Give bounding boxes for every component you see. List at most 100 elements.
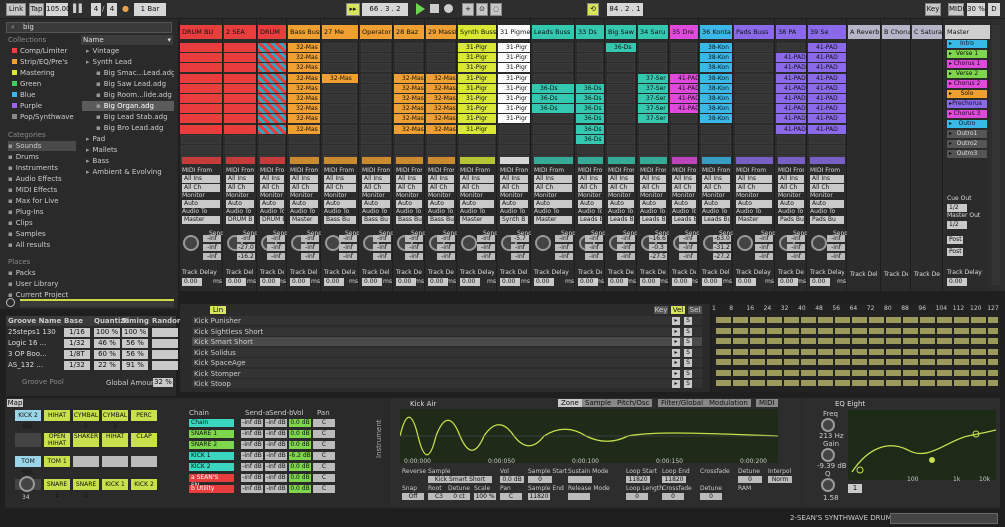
empty-clip-slot[interactable] <box>225 134 255 144</box>
drum-solo-icon[interactable]: S <box>684 369 692 378</box>
scene-launch[interactable]: ▸ Solo <box>947 90 987 98</box>
empty-clip-slot[interactable] <box>777 134 805 144</box>
chain-pan[interactable]: C <box>313 419 335 427</box>
clip-stop-button[interactable] <box>396 157 423 164</box>
result-item[interactable]: ▪ Big Bro Lead.adg <box>82 123 174 133</box>
collection-item[interactable]: Purple <box>12 101 78 111</box>
send-value[interactable]: -inf <box>405 253 423 260</box>
drum-pad[interactable]: HIHAT <box>102 433 128 447</box>
empty-clip-slot[interactable] <box>809 134 845 144</box>
clip[interactable]: 38-Kon <box>700 114 732 124</box>
master-track-header[interactable]: Master <box>945 25 990 39</box>
clip-stop-button[interactable] <box>672 157 697 164</box>
arrangement-follow-button[interactable]: ▸▸ <box>346 3 360 16</box>
empty-clip-slot[interactable] <box>607 114 635 124</box>
eq-gain-knob[interactable] <box>821 448 835 462</box>
nudge-icons[interactable]: ▐ ▌ <box>70 4 90 15</box>
clip-stop-button[interactable] <box>290 157 319 164</box>
volume-knob[interactable] <box>461 235 477 251</box>
monitor-select[interactable]: Auto <box>324 200 356 208</box>
clip[interactable]: 41-PAD <box>808 43 846 52</box>
empty-clip-slot[interactable] <box>671 134 697 144</box>
sampler-param-value[interactable]: 0 ct <box>448 493 470 500</box>
clip-stop-button[interactable] <box>428 157 455 164</box>
monitor-select[interactable]: Auto <box>460 200 494 208</box>
send-value[interactable]: -inf <box>301 235 319 242</box>
empty-clip-slot[interactable] <box>427 43 455 52</box>
loop-length-field[interactable]: 84 . 2 . 1 <box>607 3 643 16</box>
track-header[interactable]: 31 Pigme <box>498 25 530 39</box>
clip[interactable]: 38-Kon <box>700 94 732 103</box>
send-value[interactable]: -inf <box>555 253 573 260</box>
track-header[interactable]: Operator <box>360 25 392 39</box>
monitor-select[interactable]: Auto <box>810 200 844 208</box>
clip[interactable]: 31-Pigr <box>498 94 530 103</box>
empty-clip-slot[interactable] <box>533 43 573 52</box>
empty-clip-slot[interactable] <box>577 73 603 83</box>
sampler-tab[interactable]: Pitch/Osc <box>614 399 653 407</box>
clip[interactable]: 41-PAD <box>776 94 806 103</box>
track-header[interactable]: DRUM <box>258 25 286 39</box>
clip-stop-button[interactable] <box>460 157 495 164</box>
track-header[interactable]: Pads Buss <box>734 25 774 39</box>
send-value[interactable]: -inf <box>585 235 603 242</box>
drum-pad[interactable]: KICK 2 SEL <box>15 410 41 430</box>
empty-clip-slot[interactable] <box>735 104 773 114</box>
vel-column-toggle[interactable]: Vel <box>671 306 685 314</box>
empty-clip-slot[interactable] <box>607 83 635 93</box>
clip-slot[interactable] <box>224 124 256 134</box>
clip-stop-button[interactable] <box>578 157 603 164</box>
chain-name[interactable]: b Utility <box>189 485 234 493</box>
empty-clip-slot[interactable] <box>361 145 391 154</box>
clip-slot[interactable] <box>258 43 286 52</box>
drum-solo-icon[interactable]: S <box>684 359 692 367</box>
result-item[interactable]: ▪ Big Saw Lead.adg <box>82 79 174 89</box>
empty-clip-slot[interactable] <box>361 134 391 144</box>
post-button[interactable]: Post <box>947 236 963 244</box>
input-channel-select[interactable]: All Ch <box>362 184 390 192</box>
tap-tempo-button[interactable]: Tap <box>29 3 44 16</box>
category-item[interactable]: ▪ All results <box>8 240 76 250</box>
clip[interactable]: 41-PAD <box>776 53 806 63</box>
send-value[interactable]: -inf <box>511 253 529 260</box>
track-header[interactable]: DRUM BU <box>180 25 222 39</box>
drum-pad[interactable]: OPEN HIHAT <box>44 433 70 447</box>
clip[interactable]: 41-PAD <box>670 104 698 114</box>
metronome-icon[interactable]: ● <box>122 4 129 13</box>
sampler-param-value[interactable]: 0 <box>528 476 552 483</box>
drum-pad[interactable]: TOM SEL <box>15 456 41 476</box>
drum-play-icon[interactable]: ▸ <box>672 380 680 388</box>
empty-clip-slot[interactable] <box>499 134 529 144</box>
collection-item[interactable]: Green <box>12 79 78 89</box>
lin-tab[interactable]: Lin <box>210 306 226 314</box>
monitor-select[interactable]: Auto <box>702 200 730 208</box>
chain-vol[interactable]: 0.0 dB <box>289 474 311 482</box>
send-value[interactable]: -inf <box>267 235 285 242</box>
send-value[interactable]: -inf <box>339 235 357 242</box>
send-value[interactable]: -inf <box>477 235 495 242</box>
send-value[interactable]: -inf <box>405 244 423 251</box>
monitor-select[interactable]: Auto <box>778 200 804 208</box>
empty-clip-slot[interactable] <box>735 145 773 154</box>
empty-clip-slot[interactable] <box>735 83 773 93</box>
monitor-select[interactable]: Auto <box>736 200 772 208</box>
volume-knob[interactable] <box>811 235 827 251</box>
clip-slot[interactable] <box>180 63 222 73</box>
chain-pan[interactable]: C <box>313 430 335 438</box>
sampler-tab[interactable]: Modulation <box>706 399 751 407</box>
output-select[interactable]: DRUM B <box>260 216 284 224</box>
scene-launch[interactable]: ▸ Outro <box>947 120 987 128</box>
empty-clip-slot[interactable] <box>607 63 635 73</box>
clip[interactable]: 32-Mas <box>322 73 358 83</box>
sampler-tab[interactable]: MIDI <box>756 399 778 407</box>
groove-row[interactable]: 25steps1 130 1/16 100 % 100 % <box>6 328 178 338</box>
clip[interactable]: 36-Ds <box>576 134 604 144</box>
clip-slot[interactable] <box>258 94 286 103</box>
monitor-select[interactable]: Auto <box>608 200 634 208</box>
song-position-field[interactable]: 66 . 3 . 2 <box>362 3 408 16</box>
sampler-param-value[interactable]: 0 <box>626 493 648 500</box>
monitor-select[interactable]: Auto <box>428 200 454 208</box>
drum-pad[interactable] <box>73 456 99 467</box>
empty-clip-slot[interactable] <box>735 94 773 103</box>
chain-sa[interactable]: -inf dB <box>241 441 263 449</box>
